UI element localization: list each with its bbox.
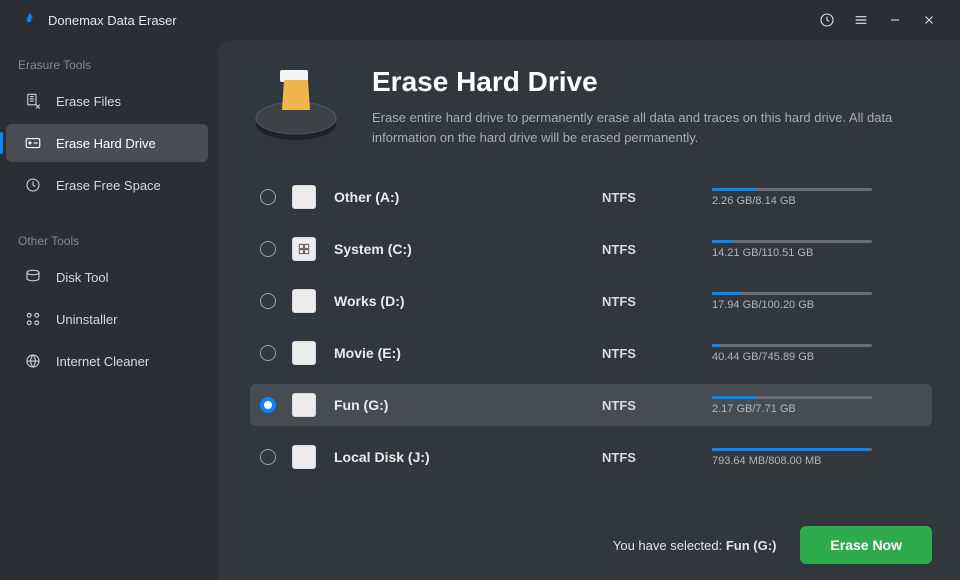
sidebar-item-label: Erase Files (56, 94, 121, 109)
sidebar-item-disk-tool[interactable]: Disk Tool (6, 258, 208, 296)
drive-filesystem: NTFS (602, 398, 712, 413)
drive-usage: 2.26 GB/8.14 GB (712, 188, 918, 207)
sidebar-section-label: Other Tools (0, 228, 208, 254)
drive-name: Fun (G:) (334, 397, 602, 413)
drive-row[interactable]: System (C:)NTFS14.21 GB/110.51 GB (250, 228, 932, 270)
usage-bar (712, 240, 872, 243)
disk-tool-icon (24, 268, 42, 286)
close-button[interactable] (912, 5, 946, 35)
drive-usage: 793.64 MB/808.00 MB (712, 448, 918, 467)
drive-sizes: 2.26 GB/8.14 GB (712, 195, 918, 207)
drive-usage: 17.94 GB/100.20 GB (712, 292, 918, 311)
internet-cleaner-icon (24, 352, 42, 370)
drive-icon (292, 289, 316, 313)
usage-bar (712, 188, 872, 191)
drive-name: Other (A:) (334, 189, 602, 205)
drive-filesystem: NTFS (602, 450, 712, 465)
drive-sizes: 14.21 GB/110.51 GB (712, 247, 918, 259)
drive-sizes: 40.44 GB/745.89 GB (712, 351, 918, 363)
drive-name: Movie (E:) (334, 345, 602, 361)
main-panel: Erase Hard Drive Erase entire hard drive… (218, 40, 960, 580)
drive-sizes: 2.17 GB/7.71 GB (712, 403, 918, 415)
drive-name: Works (D:) (334, 293, 602, 309)
drive-usage: 2.17 GB/7.71 GB (712, 396, 918, 415)
sidebar: Erasure Tools Erase Files Erase Hard Dri… (0, 40, 218, 580)
drive-list: Other (A:)NTFS2.26 GB/8.14 GBSystem (C:)… (250, 176, 932, 478)
sidebar-item-label: Disk Tool (56, 270, 109, 285)
app-title: Donemax Data Eraser (48, 13, 177, 28)
menu-button[interactable] (844, 5, 878, 35)
sidebar-item-label: Internet Cleaner (56, 354, 149, 369)
usage-bar (712, 396, 872, 399)
drive-radio[interactable] (260, 189, 276, 205)
erase-now-button[interactable]: Erase Now (800, 526, 932, 564)
drive-icon (292, 393, 316, 417)
minimize-button[interactable] (878, 5, 912, 35)
app-window: Donemax Data Eraser Erasure Tools Erase … (0, 0, 960, 580)
sidebar-item-internet-cleaner[interactable]: Internet Cleaner (6, 342, 208, 380)
drive-filesystem: NTFS (602, 190, 712, 205)
drive-filesystem: NTFS (602, 294, 712, 309)
drive-radio[interactable] (260, 449, 276, 465)
drive-radio[interactable] (260, 293, 276, 309)
usage-bar (712, 292, 872, 295)
drive-icon (292, 185, 316, 209)
app-logo-icon (20, 11, 38, 29)
page-header: Erase Hard Drive Erase entire hard drive… (250, 66, 932, 148)
sidebar-item-label: Erase Hard Drive (56, 136, 156, 151)
hero-illustration (250, 66, 342, 146)
erase-hard-drive-icon (24, 134, 42, 152)
sidebar-item-label: Uninstaller (56, 312, 117, 327)
app-logo: Donemax Data Eraser (20, 11, 177, 29)
sidebar-item-erase-files[interactable]: Erase Files (6, 82, 208, 120)
history-button[interactable] (810, 5, 844, 35)
drive-icon (292, 445, 316, 469)
drive-usage: 40.44 GB/745.89 GB (712, 344, 918, 363)
sidebar-item-uninstaller[interactable]: Uninstaller (6, 300, 208, 338)
drive-filesystem: NTFS (602, 242, 712, 257)
drive-sizes: 17.94 GB/100.20 GB (712, 299, 918, 311)
drive-row[interactable]: Movie (E:)NTFS40.44 GB/745.89 GB (250, 332, 932, 374)
page-title: Erase Hard Drive (372, 66, 932, 98)
drive-radio[interactable] (260, 397, 276, 413)
uninstaller-icon (24, 310, 42, 328)
page-description: Erase entire hard drive to permanently e… (372, 108, 932, 148)
drive-name: Local Disk (J:) (334, 449, 602, 465)
drive-row[interactable]: Fun (G:)NTFS2.17 GB/7.71 GB (250, 384, 932, 426)
drive-radio[interactable] (260, 345, 276, 361)
usage-bar (712, 448, 872, 451)
system-drive-icon (292, 237, 316, 261)
erase-free-space-icon (24, 176, 42, 194)
drive-radio[interactable] (260, 241, 276, 257)
drive-usage: 14.21 GB/110.51 GB (712, 240, 918, 259)
drive-icon (292, 341, 316, 365)
drive-filesystem: NTFS (602, 346, 712, 361)
drive-name: System (C:) (334, 241, 602, 257)
titlebar: Donemax Data Eraser (0, 0, 960, 40)
usage-bar (712, 344, 872, 347)
drive-row[interactable]: Works (D:)NTFS17.94 GB/100.20 GB (250, 280, 932, 322)
selection-status: You have selected: Fun (G:) (613, 538, 777, 553)
footer: You have selected: Fun (G:) Erase Now (250, 510, 932, 564)
drive-row[interactable]: Other (A:)NTFS2.26 GB/8.14 GB (250, 176, 932, 218)
sidebar-item-label: Erase Free Space (56, 178, 161, 193)
sidebar-section-label: Erasure Tools (0, 52, 208, 78)
drive-sizes: 793.64 MB/808.00 MB (712, 455, 918, 467)
sidebar-item-erase-free-space[interactable]: Erase Free Space (6, 166, 208, 204)
sidebar-item-erase-hard-drive[interactable]: Erase Hard Drive (6, 124, 208, 162)
drive-row[interactable]: Local Disk (J:)NTFS793.64 MB/808.00 MB (250, 436, 932, 478)
erase-files-icon (24, 92, 42, 110)
